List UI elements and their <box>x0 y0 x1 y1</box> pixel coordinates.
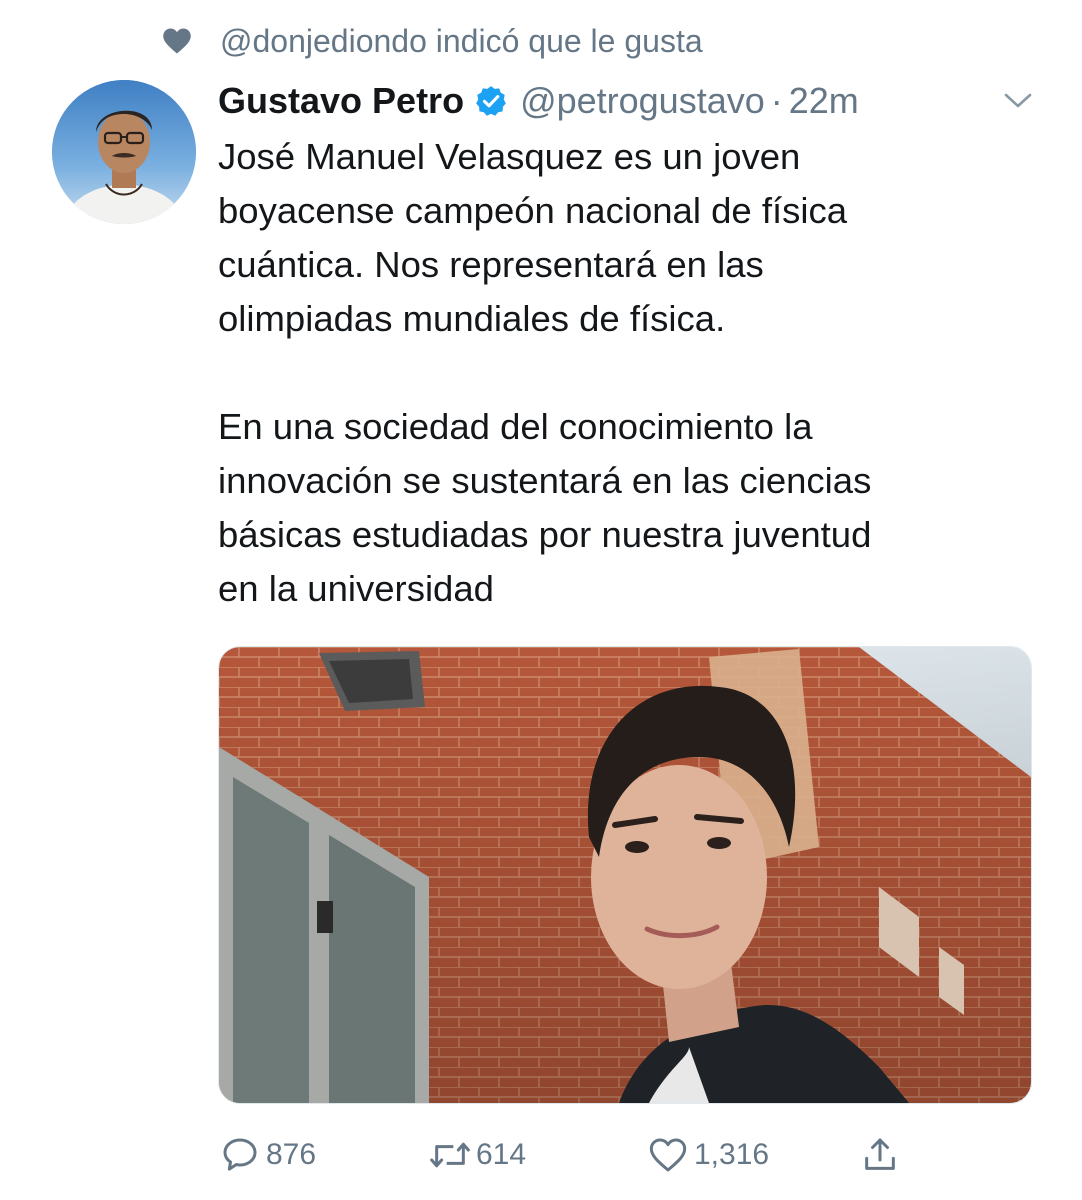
separator-dot: · <box>770 80 783 121</box>
social-context-text[interactable]: @donjediondo indicó que le gusta <box>220 23 703 60</box>
reply-button[interactable]: 876 <box>218 1130 316 1180</box>
tweet-actions: 876 614 1,316 <box>218 1130 918 1180</box>
tweet-text: José Manuel Velasquez es un joven boyace… <box>218 136 872 609</box>
tweet-header: Gustavo Petro @petrogustavo · 22m <box>218 74 859 128</box>
like-icon <box>646 1133 690 1177</box>
avatar[interactable] <box>52 80 196 224</box>
author-handle[interactable]: @petrogustavo <box>520 80 765 122</box>
share-button[interactable] <box>858 1130 906 1180</box>
share-icon <box>858 1133 902 1177</box>
social-context: @donjediondo indicó que le gusta <box>160 18 703 64</box>
reply-icon <box>218 1133 262 1177</box>
retweet-count: 614 <box>476 1138 527 1171</box>
like-count: 1,316 <box>694 1138 770 1171</box>
tweet-photo[interactable] <box>218 646 1032 1104</box>
reply-count: 876 <box>266 1138 317 1171</box>
author-name[interactable]: Gustavo Petro <box>218 80 464 122</box>
retweet-button[interactable]: 614 <box>428 1130 526 1180</box>
retweet-icon <box>428 1133 472 1177</box>
chevron-down-icon[interactable] <box>1000 86 1036 116</box>
verified-badge-icon <box>474 84 508 118</box>
heart-icon <box>160 24 194 58</box>
tweet-time[interactable]: 22m <box>789 80 859 122</box>
like-button[interactable]: 1,316 <box>646 1130 769 1180</box>
